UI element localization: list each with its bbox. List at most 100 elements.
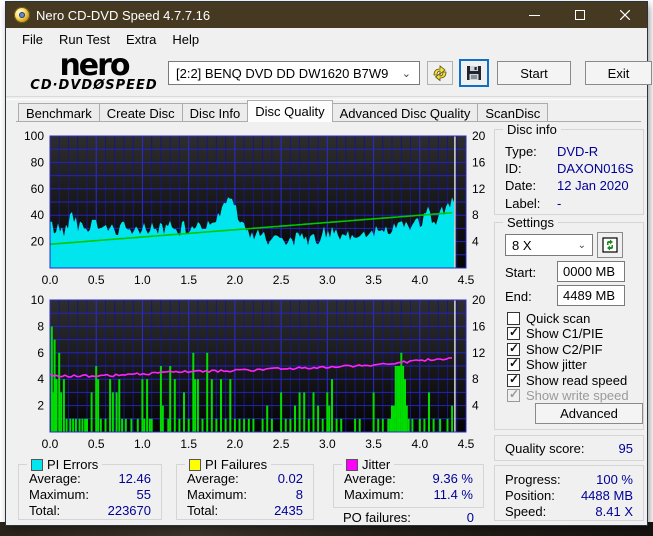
menu-item-extra[interactable]: Extra <box>118 30 164 49</box>
svg-text:0.0: 0.0 <box>42 273 59 287</box>
tab-benchmark[interactable]: Benchmark <box>18 103 100 122</box>
close-button[interactable] <box>602 2 647 28</box>
pi-failures-total: 2435 <box>274 503 303 518</box>
checkbox-show-c1-pie[interactable]: Show C1/PIE <box>507 325 603 341</box>
window-title: Nero CD-DVD Speed 4.7.7.16 <box>36 7 211 23</box>
svg-text:100: 100 <box>24 129 44 143</box>
tab-disc-quality[interactable]: Disc Quality <box>247 100 333 122</box>
menu-item-file[interactable]: File <box>14 30 51 49</box>
checkbox-box[interactable] <box>507 341 520 356</box>
start-field-label: Start: <box>505 265 537 280</box>
svg-text:3.0: 3.0 <box>319 273 336 287</box>
checkbox-show-write-speed: Show write speed <box>507 387 629 403</box>
svg-text:4: 4 <box>37 372 44 386</box>
tab-advanced-disc-quality[interactable]: Advanced Disc Quality <box>331 103 479 122</box>
jitter-average: 9.36 % <box>432 471 473 486</box>
jitter-title: Jitter <box>362 457 391 472</box>
start-button[interactable]: Start <box>497 61 571 85</box>
refresh-icon <box>602 237 618 253</box>
pi-errors-chart: 20 40 60 80 100 4 8 12 16 20 0.0 0.5 1.0 1.5 2.0 2.5 3.0… <box>24 129 486 287</box>
svg-text:12: 12 <box>472 182 486 196</box>
app-icon <box>14 7 30 23</box>
svg-text:2: 2 <box>37 399 44 413</box>
eject-refresh-button[interactable] <box>427 61 453 85</box>
menu-item-run-test[interactable]: Run Test <box>51 30 118 49</box>
refresh-button[interactable] <box>597 232 623 258</box>
svg-text:1.5: 1.5 <box>180 273 197 287</box>
pi-failures-chart: 2 4 6 8 10 4 8 12 16 20 0.0 0.5 1.0 1.5 2.0 2.5 3.0 3.5 4.… <box>31 293 486 451</box>
save-button[interactable] <box>459 59 489 87</box>
end-field-label: End: <box>505 289 532 304</box>
svg-text:1.0: 1.0 <box>134 273 151 287</box>
chevron-down-icon: ⌄ <box>577 239 586 251</box>
disc-info-group: Disc info Type: DVD-R ID: DAXON016S Date: 1… <box>494 122 644 215</box>
position-value: 4488 MB <box>580 488 633 503</box>
svg-text:3.0: 3.0 <box>319 437 336 451</box>
end-field[interactable]: 4489 MB <box>557 285 625 306</box>
title-bar: Nero CD-DVD Speed 4.7.7.16 <box>6 2 647 28</box>
disc-type-value: DVD-R <box>557 144 599 159</box>
settings-title: Settings <box>503 215 558 230</box>
progress-label: Progress: <box>505 472 561 487</box>
speed-select[interactable]: 8 X ⌄ <box>505 234 593 256</box>
po-failures-label: PO failures: <box>343 510 411 525</box>
svg-text:20: 20 <box>31 235 45 249</box>
svg-text:0.0: 0.0 <box>42 437 59 451</box>
tab-scandisc[interactable]: ScanDisc <box>477 103 549 122</box>
progress-value: 100 % <box>596 472 633 487</box>
jitter-swatch <box>346 458 358 471</box>
drive-select[interactable]: [2:2] BENQ DVD DD DW1620 B7W9 ⌄ <box>168 61 420 85</box>
speed-value: 8.41 X <box>595 504 633 519</box>
speed-label: Speed: <box>505 504 547 519</box>
checkbox-box[interactable] <box>507 311 520 325</box>
disc-date-value: 12 Jan 2020 <box>557 178 629 193</box>
checkbox-quick-scan[interactable]: Quick scan <box>507 310 591 326</box>
checkbox-show-c2-pif[interactable]: Show C2/PIF <box>507 341 603 357</box>
tab-strip: Benchmark Create Disc Disc Info Disc Qualit… <box>18 100 641 122</box>
tab-create-disc[interactable]: Create Disc <box>98 103 183 122</box>
checkbox-label: Show C2/PIF <box>526 341 603 357</box>
start-field[interactable]: 0000 MB <box>557 261 625 282</box>
nero-logo: nero CD·DVDØSPEED <box>30 48 158 93</box>
disc-id-value: DAXON016S <box>557 161 634 176</box>
menu-item-help[interactable]: Help <box>164 30 207 49</box>
svg-text:8: 8 <box>472 372 479 386</box>
checkbox-box[interactable] <box>507 325 520 340</box>
checkbox-box[interactable] <box>507 372 520 387</box>
svg-text:0.5: 0.5 <box>88 437 105 451</box>
advanced-button[interactable]: Advanced <box>535 403 643 424</box>
pi-failures-stats: PI Failures Average: 0.02 Maximum: 8 Total… <box>176 457 314 520</box>
svg-text:8: 8 <box>472 208 479 222</box>
svg-text:4.5: 4.5 <box>458 437 475 451</box>
speed-select-value: 8 X <box>512 237 532 253</box>
disc-glyph: Ø <box>93 78 106 93</box>
quality-score-value: 95 <box>618 441 633 456</box>
disc-label-value: - <box>557 196 562 211</box>
svg-text:1.5: 1.5 <box>180 437 197 451</box>
minimize-button[interactable] <box>512 2 557 28</box>
disc-label-label: Label: <box>505 196 541 211</box>
pi-failures-average: 0.02 <box>277 471 303 486</box>
checkbox-label: Quick scan <box>526 310 591 326</box>
maximize-button[interactable] <box>557 2 602 28</box>
checkbox-box[interactable] <box>507 356 520 371</box>
chevron-down-icon: ⌄ <box>401 67 411 80</box>
checkbox-show-read-speed[interactable]: Show read speed <box>507 372 627 388</box>
svg-text:1.0: 1.0 <box>134 437 151 451</box>
settings-group: Settings 8 X ⌄ Start: 0000 MB End: 4489 … <box>494 215 644 430</box>
svg-text:80: 80 <box>31 155 45 169</box>
svg-text:2.0: 2.0 <box>227 273 244 287</box>
svg-text:20: 20 <box>472 293 486 307</box>
svg-text:60: 60 <box>31 182 45 196</box>
progress-box: Progress: 100 % Position: 4488 MB Speed: 8.… <box>494 465 644 521</box>
svg-text:3.5: 3.5 <box>365 437 382 451</box>
svg-text:8: 8 <box>37 319 44 333</box>
app-window: Nero CD-DVD Speed 4.7.7.16 File Run Test E… <box>6 2 652 525</box>
tab-disc-info[interactable]: Disc Info <box>181 103 249 122</box>
save-floppy-icon <box>467 66 481 80</box>
checkbox-show-jitter[interactable]: Show jitter <box>507 356 587 372</box>
pi-failures-swatch <box>189 458 201 471</box>
svg-text:4.5: 4.5 <box>458 273 475 287</box>
exit-button[interactable]: Exit <box>585 61 652 85</box>
pi-errors-swatch <box>31 458 43 471</box>
